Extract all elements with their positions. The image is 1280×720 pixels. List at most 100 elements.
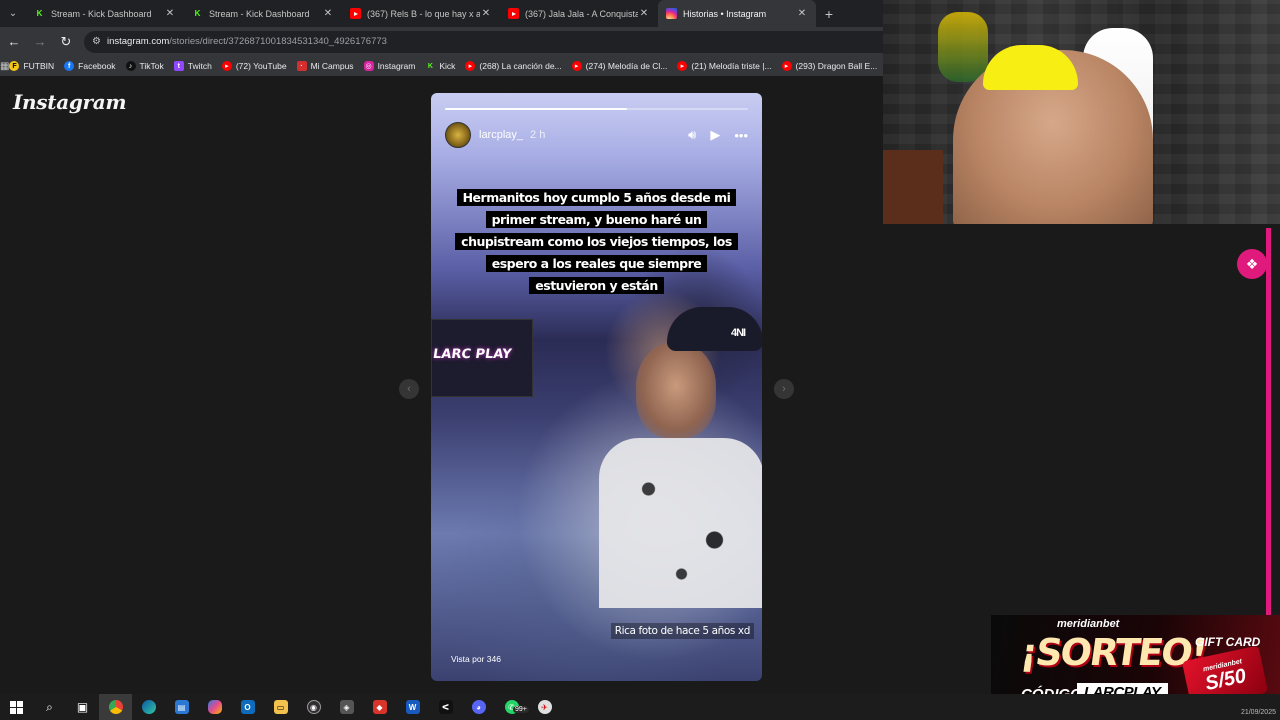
- address-bar[interactable]: ⚙ instagram.com /stories/direct/37268710…: [84, 30, 883, 53]
- tab-kick-dashboard-1[interactable]: K Stream - Kick Dashboard ✕: [26, 0, 184, 27]
- youtube-icon: ▸: [221, 61, 232, 71]
- story-photo-face: [636, 343, 716, 438]
- browser-tabstrip: ⌄ K Stream - Kick Dashboard ✕ K Stream -…: [0, 0, 883, 27]
- instagram-logo[interactable]: Instagram: [13, 90, 127, 114]
- tab-title: Historias • Instagram: [683, 8, 767, 19]
- close-icon[interactable]: ✕: [796, 8, 808, 19]
- edge-icon[interactable]: [132, 694, 165, 720]
- story-viewer[interactable]: LARC PLAY 4NI larcplay_ 2 h 🔊︎ ▶ ••• Her…: [431, 93, 762, 681]
- discord-icon[interactable]: ◕: [462, 694, 495, 720]
- bookmark-youtube-274[interactable]: ▸ (274) Melodía de Cl...: [571, 61, 668, 71]
- search-icon[interactable]: ⌕: [33, 694, 66, 720]
- word-icon[interactable]: W: [396, 694, 429, 720]
- webcam-poster: [938, 12, 988, 82]
- browser-toolbar: ← → ↻ ⚙ instagram.com /stories/direct/37…: [0, 27, 883, 56]
- story-bottom-caption: Rica foto de hace 5 años xd: [610, 623, 754, 639]
- bookmark-facebook[interactable]: f Facebook: [64, 61, 116, 71]
- instagram-icon: ◎: [363, 61, 374, 71]
- kick-icon: K: [194, 9, 201, 18]
- bookmark-kick[interactable]: K Kick: [425, 61, 456, 71]
- bookmark-twitch[interactable]: t Twitch: [173, 61, 212, 71]
- tab-title: (367) Jala Jala - A Conquistar - (: [525, 8, 638, 19]
- overlay-pink-border: [1266, 228, 1271, 628]
- whatsapp-icon[interactable]: ✆ 99+: [495, 694, 529, 720]
- bookmark-label: (274) Melodía de Cl...: [585, 61, 668, 71]
- previous-story-chevron-icon[interactable]: ‹: [399, 379, 419, 399]
- bookmark-youtube-268[interactable]: ▸ (268) La canción de...: [465, 61, 562, 71]
- file-explorer-icon[interactable]: ▭: [264, 694, 297, 720]
- close-icon[interactable]: ✕: [638, 8, 650, 19]
- apps-grid-icon[interactable]: ▦: [0, 61, 9, 72]
- tab-title: Stream - Kick Dashboard: [209, 8, 310, 19]
- bookmark-label: (21) Melodía triste |...: [691, 61, 772, 71]
- close-icon[interactable]: ✕: [322, 8, 334, 19]
- instagram-icon: [666, 8, 677, 19]
- story-header: larcplay_ 2 h 🔊︎ ▶ •••: [445, 122, 748, 148]
- story-caption-text: Hermanitos hoy cumplo 5 años desde mi pr…: [455, 189, 738, 294]
- game-icon[interactable]: ◈: [330, 694, 363, 720]
- bookmark-label: FUTBIN: [23, 61, 55, 71]
- play-icon[interactable]: ▶: [710, 127, 720, 143]
- kick-icon: K: [36, 9, 43, 18]
- sponsor-headline: ¡SORTEO!: [1017, 631, 1209, 674]
- kick-icon[interactable]: ᐸ: [429, 694, 462, 720]
- twitch-icon: t: [173, 61, 184, 71]
- app-icon[interactable]: ◆: [363, 694, 396, 720]
- youtube-icon: [350, 8, 361, 19]
- story-username[interactable]: larcplay_: [479, 129, 523, 141]
- kick-icon: K: [427, 62, 433, 70]
- task-view-icon[interactable]: ▣: [66, 694, 99, 720]
- new-tab-plus-icon[interactable]: +: [816, 0, 842, 27]
- youtube-icon: [508, 8, 519, 19]
- tab-search-chevron-icon[interactable]: ⌄: [0, 0, 26, 27]
- store-icon[interactable]: ▤: [165, 694, 198, 720]
- bookmark-tiktok[interactable]: ♪ TikTok: [125, 61, 164, 71]
- avatar[interactable]: [445, 122, 471, 148]
- story-caption: Hermanitos hoy cumplo 5 años desde mi pr…: [455, 187, 738, 297]
- bookmark-label: (72) YouTube: [235, 61, 287, 71]
- reload-icon[interactable]: ↻: [54, 30, 78, 54]
- site-info-icon[interactable]: ⚙: [92, 36, 101, 47]
- bookmark-youtube[interactable]: ▸ (72) YouTube: [221, 61, 287, 71]
- bookmark-label: Twitch: [187, 61, 212, 71]
- forward-arrow-icon[interactable]: →: [28, 30, 52, 54]
- sponsor-brand: meridianbet: [1057, 618, 1120, 630]
- story-progress-bar: [445, 108, 748, 110]
- chrome-icon[interactable]: [99, 694, 132, 720]
- outlook-icon[interactable]: O: [231, 694, 264, 720]
- tab-youtube-jala-jala[interactable]: (367) Jala Jala - A Conquistar - ( ✕: [500, 0, 658, 27]
- bookmark-label: Instagram: [377, 61, 416, 71]
- story-view-count[interactable]: Vista por 346: [451, 654, 501, 664]
- tab-youtube-rels-b[interactable]: (367) Rels B - lo que hay x aquí ✕: [342, 0, 500, 27]
- bookmark-label: Mi Campus: [310, 61, 354, 71]
- url-host: instagram.com: [106, 36, 170, 47]
- story-photo-monitor-text: LARC PLAY: [431, 347, 513, 362]
- bookmark-label: (268) La canción de...: [479, 61, 562, 71]
- story-photo-shirt: [599, 438, 762, 608]
- bookmark-youtube-21[interactable]: ▸ (21) Melodía triste |...: [677, 61, 772, 71]
- close-icon[interactable]: ✕: [480, 8, 492, 19]
- obs-icon[interactable]: ◉: [297, 694, 330, 720]
- volume-icon[interactable]: 🔊︎: [688, 127, 696, 143]
- bookmark-label: Kick: [439, 61, 456, 71]
- overlay-widget-icon[interactable]: ❖: [1237, 249, 1267, 279]
- start-icon[interactable]: [0, 694, 33, 720]
- more-options-icon[interactable]: •••: [734, 128, 748, 143]
- youtube-icon: ▸: [781, 61, 792, 71]
- close-icon[interactable]: ✕: [164, 8, 176, 19]
- tab-title: (367) Rels B - lo que hay x aquí: [367, 8, 480, 19]
- tab-title: Stream - Kick Dashboard: [51, 8, 152, 19]
- bookmark-mi-campus[interactable]: · Mi Campus: [296, 61, 354, 71]
- bookmark-label: Facebook: [78, 61, 116, 71]
- youtube-icon: ▸: [571, 61, 582, 71]
- tab-kick-dashboard-2[interactable]: K Stream - Kick Dashboard ✕: [184, 0, 342, 27]
- back-arrow-icon[interactable]: ←: [2, 30, 26, 54]
- futbin-icon: F: [9, 61, 20, 71]
- bookmark-instagram[interactable]: ◎ Instagram: [363, 61, 416, 71]
- app2-icon[interactable]: ✈: [528, 694, 561, 720]
- tab-instagram-stories[interactable]: Historias • Instagram ✕: [658, 0, 816, 27]
- bookmark-youtube-293[interactable]: ▸ (293) Dragon Ball E...: [781, 61, 877, 71]
- copilot-icon[interactable]: [198, 694, 231, 720]
- bookmark-futbin[interactable]: F FUTBIN: [9, 61, 54, 71]
- next-story-chevron-icon[interactable]: ›: [774, 379, 794, 399]
